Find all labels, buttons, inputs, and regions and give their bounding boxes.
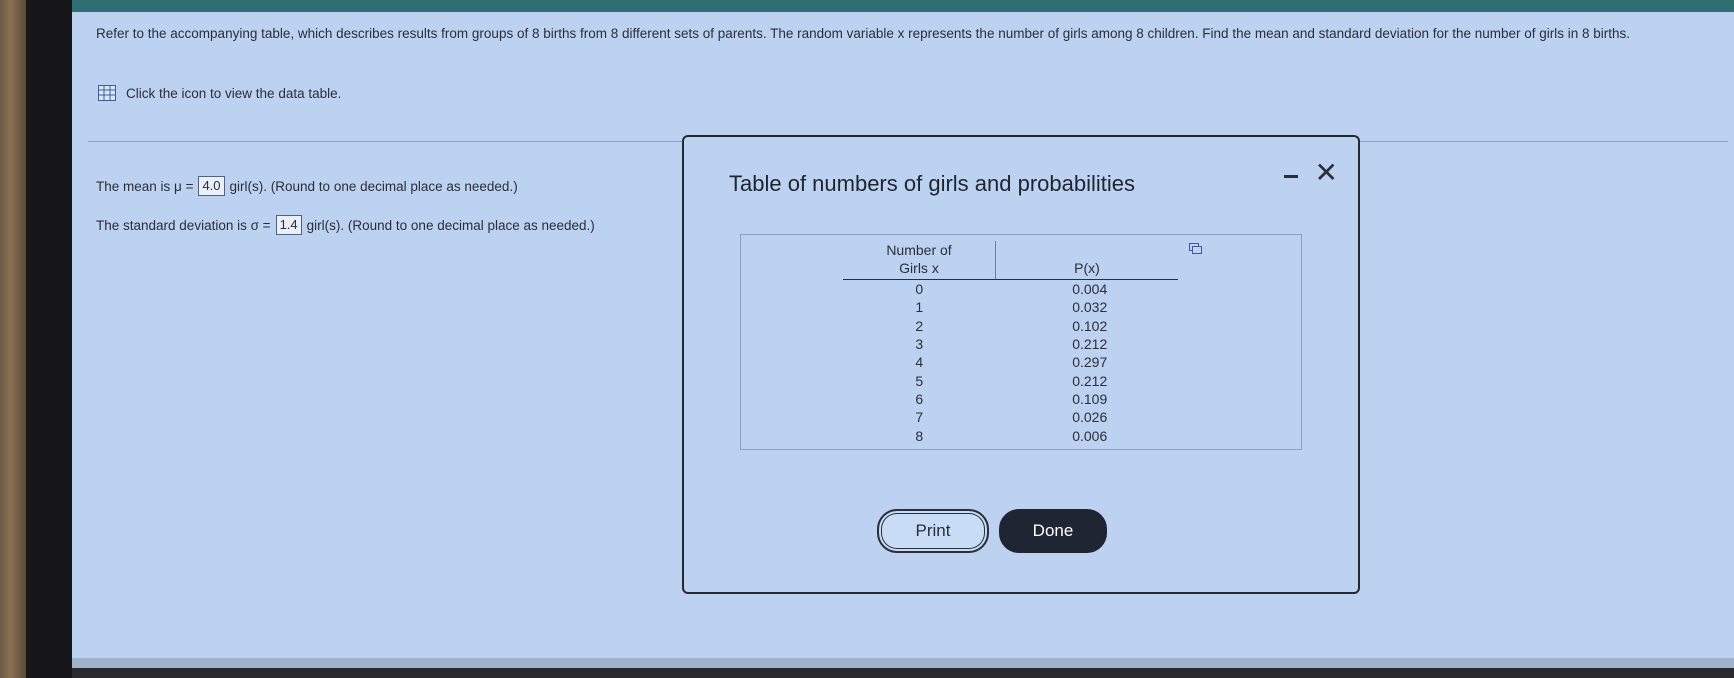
cell-girls-x: 8: [915, 427, 924, 444]
table-body: 0 0.004 1 0.032 2 0.102 3 0.212 4 0.297 5 0.212 6 0.1…: [843, 280, 1178, 445]
header-probability: P(x): [995, 241, 1178, 280]
sd-input[interactable]: 1.4: [275, 215, 302, 235]
view-data-table-link[interactable]: Click the icon to view the data table.: [98, 85, 341, 101]
cell-probability: 0.004: [1072, 281, 1108, 298]
cell-girls-x: 7: [915, 409, 924, 426]
close-icon[interactable]: ✕: [1315, 159, 1338, 187]
cell-girls-x: 6: [915, 390, 924, 407]
cell-girls-x: 4: [915, 354, 924, 371]
sd-suffix: girl(s). (Round to one decimal place as …: [306, 217, 595, 233]
cell-girls-x: 1: [915, 299, 924, 316]
cell-girls-x: 3: [915, 336, 924, 353]
done-button[interactable]: Done: [999, 509, 1107, 553]
cell-probability: 0.006: [1072, 427, 1108, 444]
header-number-of-girls: Number of Girls x: [843, 241, 996, 280]
header-line-1: Number of: [886, 242, 952, 258]
sd-answer-row: The standard deviation is σ = 1.4 girl(s…: [96, 215, 595, 235]
table-header-row: Number of Girls x P(x): [843, 241, 1178, 280]
cell-probability: 0.102: [1072, 317, 1108, 334]
cell-probability: 0.109: [1072, 390, 1108, 407]
mean-input[interactable]: 4.0: [198, 176, 225, 196]
cell-girls-x: 5: [915, 372, 924, 389]
header-line-2: Girls x: [899, 260, 939, 276]
desk-edge: [0, 0, 26, 678]
data-table-icon[interactable]: [98, 85, 116, 101]
print-button[interactable]: Print: [877, 509, 989, 553]
cell-probability: 0.026: [1072, 409, 1108, 426]
probability-table: Number of Girls x P(x) 0 0.004 1 0.032 2 0.10…: [843, 241, 1178, 445]
cell-probability: 0.212: [1072, 372, 1108, 389]
table-row: 2 0.102: [843, 317, 1178, 335]
top-bar: [72, 0, 1734, 12]
question-text: Refer to the accompanying table, which d…: [96, 26, 1631, 41]
data-table-dialog: Table of numbers of girls and probabilit…: [682, 135, 1360, 594]
table-row: 5 0.212: [843, 371, 1178, 389]
table-row: 0 0.004: [843, 280, 1178, 299]
table-row: 7 0.026: [843, 408, 1178, 426]
mean-answer-row: The mean is μ = 4.0 girl(s). (Round to o…: [96, 176, 518, 196]
table-frame: Number of Girls x P(x) 0 0.004 1 0.032 2 0.10…: [740, 234, 1302, 450]
minimize-icon[interactable]: [1282, 165, 1300, 187]
cell-probability: 0.032: [1072, 299, 1108, 316]
table-row: 3 0.212: [843, 335, 1178, 353]
table-row: 6 0.109: [843, 390, 1178, 408]
table-row: 8 0.006: [843, 426, 1178, 444]
table-row: 4 0.297: [843, 353, 1178, 371]
data-link-label[interactable]: Click the icon to view the data table.: [126, 86, 341, 101]
cell-probability: 0.212: [1072, 336, 1108, 353]
dialog-title: Table of numbers of girls and probabilit…: [729, 171, 1136, 196]
monitor-bezel: [26, 0, 72, 678]
cell-girls-x: 0: [915, 281, 924, 298]
copy-icon[interactable]: [1189, 243, 1202, 254]
cell-probability: 0.297: [1072, 354, 1108, 371]
sd-prefix: The standard deviation is σ =: [96, 217, 271, 233]
table-row: 1 0.032: [843, 298, 1178, 316]
mean-suffix: girl(s). (Round to one decimal place as …: [229, 178, 518, 194]
bottom-bar: [72, 658, 1734, 668]
mean-prefix: The mean is μ =: [96, 178, 194, 194]
cell-girls-x: 2: [915, 317, 924, 334]
